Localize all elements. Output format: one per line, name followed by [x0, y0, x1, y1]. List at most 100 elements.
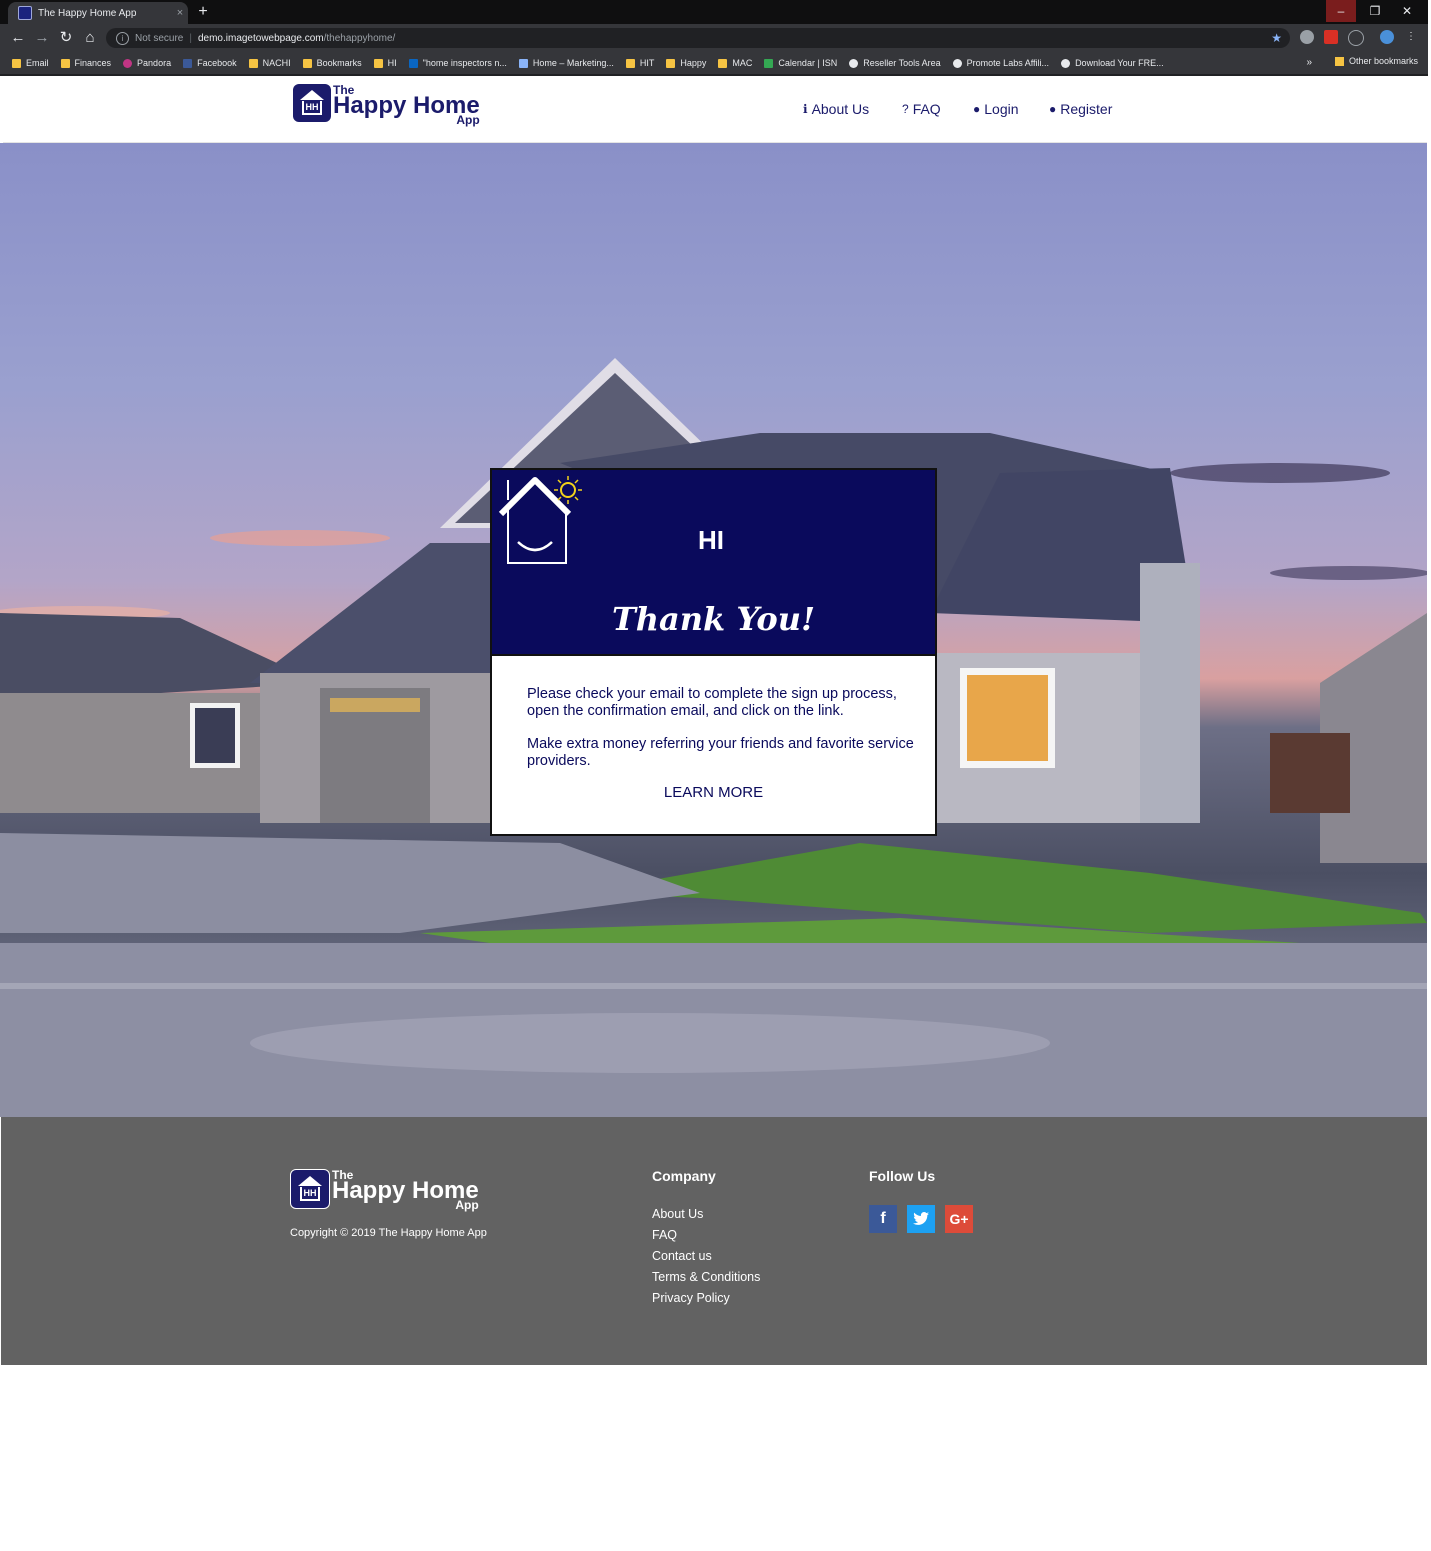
linkedin-icon [408, 58, 418, 68]
bookmark-label: Happy [680, 58, 707, 68]
bookmark-item[interactable]: Email [12, 58, 49, 68]
bookmark-item[interactable]: Finances [60, 58, 112, 68]
nav-faq[interactable]: ? FAQ [902, 101, 941, 117]
bookmark-item[interactable]: Download Your FRE... [1061, 58, 1164, 68]
copyright-text: Copyright © 2019 The Happy Home App [290, 1227, 487, 1239]
settings-extension-icon[interactable] [1348, 30, 1364, 46]
footer-link-about[interactable]: About Us [652, 1207, 760, 1228]
bookmark-item[interactable]: NACHI [248, 58, 291, 68]
nav-label: About Us [811, 101, 870, 117]
facebook-icon [183, 58, 193, 68]
bookmark-item[interactable]: Facebook [183, 58, 237, 68]
bookmark-item[interactable]: Reseller Tools Area [849, 58, 941, 68]
modal-logo-text: HI [698, 525, 724, 555]
footer-link-terms[interactable]: Terms & Conditions [652, 1270, 760, 1291]
folder-icon [718, 58, 728, 68]
bookmark-label: Calendar | ISN [778, 58, 838, 68]
home-icon[interactable]: ⌂ [80, 28, 100, 48]
bookmark-label: Download Your FRE... [1075, 58, 1164, 68]
bookmark-label: HIT [639, 58, 655, 68]
nav-label: Register [1060, 101, 1113, 117]
close-window-button[interactable]: ✕ [1392, 0, 1422, 22]
bookmark-item[interactable]: Pandora [123, 58, 171, 68]
footer-link-privacy[interactable]: Privacy Policy [652, 1291, 760, 1312]
modal-message: Please check your email to complete the … [527, 686, 897, 719]
bookmark-item[interactable]: Calendar | ISN [764, 58, 837, 68]
footer-link-contact[interactable]: Contact us [652, 1249, 760, 1270]
back-arrow-icon[interactable]: ← [8, 28, 28, 48]
facebook-icon[interactable]: f [869, 1205, 897, 1233]
bookmark-item[interactable]: Bookmarks [302, 58, 362, 68]
footer-logo[interactable]: The Happy Home App [290, 1169, 479, 1211]
restore-button[interactable]: ❐ [1360, 0, 1390, 22]
info-circle-icon: ℹ [803, 102, 808, 116]
address-bar[interactable]: i Not secure | demo.imagetowebpage.com /… [106, 28, 1290, 48]
bookmark-item[interactable]: HIT [625, 58, 655, 68]
other-bookmarks-label: Other bookmarks [1348, 56, 1418, 66]
globe-icon [1061, 58, 1071, 68]
bookmark-star-icon[interactable]: ★ [1271, 31, 1282, 45]
learn-more-link[interactable]: LEARN MORE [492, 784, 935, 801]
bookmark-item[interactable]: MAC [718, 58, 752, 68]
tab-close-icon[interactable]: × [172, 7, 188, 19]
nav-label: Login [984, 101, 1019, 117]
google-plus-icon[interactable]: G+ [945, 1205, 973, 1233]
bookmark-item[interactable]: Promote Labs Affili... [952, 58, 1049, 68]
bookmark-label: NACHI [262, 58, 291, 68]
bookmark-label: Home – Marketing... [532, 58, 614, 68]
user-icon: ● [1049, 102, 1057, 116]
menu-kebab-icon[interactable]: ⋮ [1404, 30, 1418, 44]
folder-icon [60, 58, 70, 68]
bookmark-item[interactable]: HI [373, 58, 397, 68]
reload-icon[interactable]: ↻ [56, 28, 76, 48]
folder-icon [666, 58, 676, 68]
browser-toolbar: ← → ↻ ⌂ i Not secure | demo.imagetowebpa… [0, 24, 1428, 52]
forward-arrow-icon[interactable]: → [32, 28, 52, 48]
nav-register[interactable]: ● Register [1049, 101, 1112, 117]
company-links: About Us FAQ Contact us Terms & Conditio… [652, 1207, 760, 1312]
bookmark-label: Finances [74, 58, 112, 68]
security-label: Not secure [135, 32, 184, 44]
bookmarks-overflow-button[interactable]: » [1306, 57, 1312, 68]
bookmark-label: Email [26, 58, 49, 68]
bookmark-item[interactable]: "home inspectors n... [408, 58, 507, 68]
browser-chrome: The Happy Home App × + – ❐ ✕ ← → ↻ ⌂ i N… [0, 0, 1428, 76]
bookmark-label: "home inspectors n... [422, 58, 507, 68]
modal-message: Make extra money referring your friends … [527, 736, 914, 769]
info-icon[interactable]: i [116, 31, 129, 45]
minimize-button[interactable]: – [1326, 0, 1356, 22]
thank-you-modal: HI Thank You! Please check your email to… [490, 468, 937, 836]
extension-icon[interactable] [1300, 30, 1314, 44]
header-logo[interactable]: The Happy Home App [293, 84, 480, 126]
folder-icon [625, 58, 635, 68]
bookmark-item[interactable]: Home – Marketing... [518, 58, 614, 68]
new-tab-button[interactable]: + [194, 3, 212, 21]
folder-icon [302, 58, 312, 68]
browser-tab[interactable]: The Happy Home App × [8, 2, 188, 24]
triangle-icon [518, 58, 528, 68]
pdf-extension-icon[interactable] [1324, 30, 1338, 44]
footer-link-faq[interactable]: FAQ [652, 1228, 760, 1249]
twitter-bird-glyph [913, 1212, 929, 1225]
company-heading: Company [652, 1168, 716, 1184]
nav-label: FAQ [912, 101, 941, 117]
bookmark-label: Bookmarks [316, 58, 362, 68]
omnibox-divider: | [189, 32, 192, 44]
twitter-icon[interactable] [907, 1205, 935, 1233]
nav-login[interactable]: ● Login [973, 101, 1019, 117]
other-bookmarks-folder[interactable]: Other bookmarks [1334, 56, 1418, 66]
user-icon: ● [973, 102, 981, 116]
tab-title: The Happy Home App [38, 7, 137, 19]
tab-favicon-icon [18, 6, 32, 20]
bookmark-item[interactable]: Happy [666, 58, 706, 68]
tab-strip: The Happy Home App × + – ❐ ✕ [0, 0, 1428, 24]
url-path: /thehappyhome/ [323, 32, 396, 44]
calendar-icon [764, 58, 774, 68]
profile-avatar[interactable] [1380, 30, 1394, 44]
pandora-icon [123, 58, 133, 68]
globe-icon [849, 58, 859, 68]
nav-about-us[interactable]: ℹ About Us [803, 101, 869, 117]
house-logo-icon [290, 1169, 330, 1209]
folder-icon [373, 58, 383, 68]
bookmark-label: Pandora [137, 58, 172, 68]
